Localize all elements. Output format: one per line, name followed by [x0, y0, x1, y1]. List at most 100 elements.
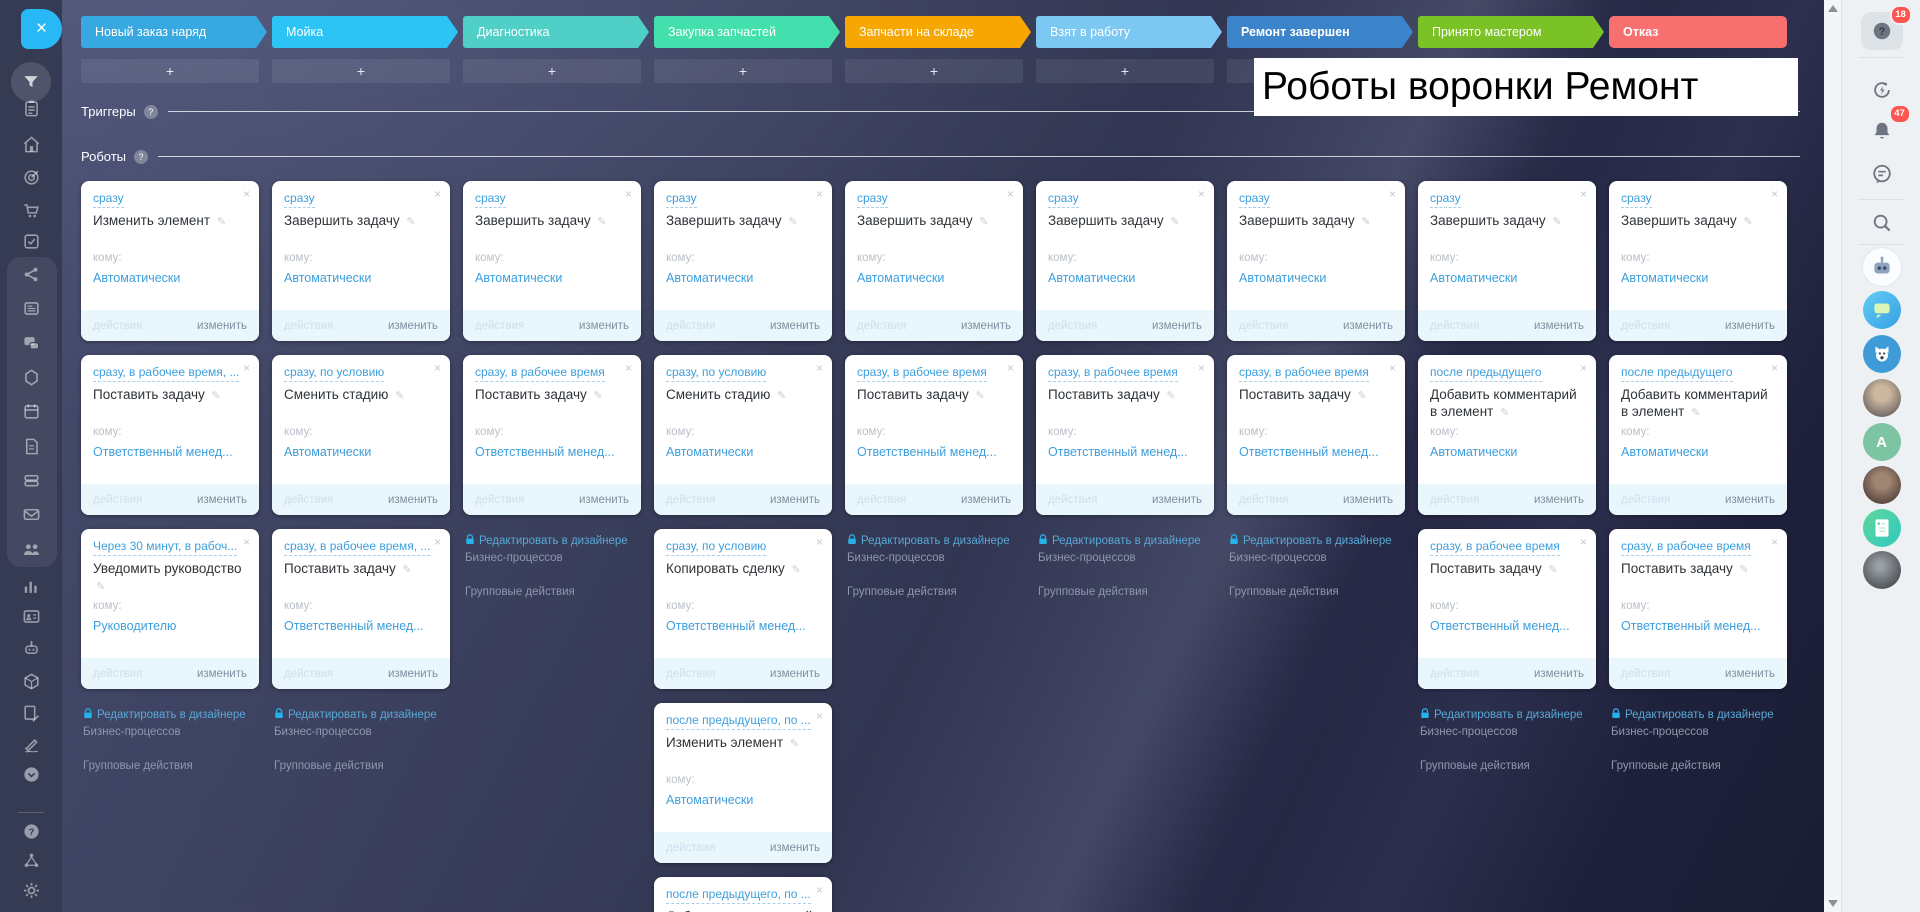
actions-link[interactable]: действия — [93, 668, 142, 680]
tasks-icon[interactable] — [0, 229, 62, 253]
edit-pencil-icon[interactable]: ✎ — [395, 390, 404, 402]
group-actions-link[interactable]: Групповые действия — [847, 584, 1021, 601]
edit-pencil-icon[interactable]: ✎ — [979, 216, 988, 228]
close-icon[interactable]: × — [625, 188, 632, 200]
robot-recipient-link[interactable]: Автоматически — [1621, 271, 1775, 285]
robot-when-link[interactable]: сразу, в рабочее время, ... — [93, 365, 239, 382]
edit-link[interactable]: изменить — [961, 494, 1011, 506]
notifications-bell-icon[interactable]: 47 — [1862, 111, 1902, 151]
robot-when-link[interactable]: сразу — [1239, 191, 1270, 208]
actions-link[interactable]: действия — [1430, 320, 1479, 332]
edit-pencil-icon[interactable]: ✎ — [1170, 216, 1179, 228]
close-icon[interactable]: × — [1198, 188, 1205, 200]
robot-when-link[interactable]: сразу, в рабочее время — [1048, 365, 1178, 382]
edit-in-designer-link[interactable]: Редактировать в дизайнере — [1038, 533, 1212, 550]
close-icon[interactable]: × — [1580, 362, 1587, 374]
add-robot-button-5[interactable]: + — [845, 59, 1023, 83]
actions-link[interactable]: действия — [93, 494, 142, 506]
market-apps-icon[interactable] — [0, 669, 62, 693]
analytics-icon[interactable] — [0, 574, 62, 598]
robot-recipient-link[interactable]: Автоматически — [666, 793, 820, 807]
close-icon[interactable]: × — [243, 188, 250, 200]
robot-when-link[interactable]: после предыдущего, по ... — [666, 713, 811, 730]
robot-recipient-link[interactable]: Автоматически — [1239, 271, 1393, 285]
stage-header-6[interactable]: Взят в работу — [1036, 16, 1222, 48]
robot-recipient-link[interactable]: Автоматически — [1430, 271, 1584, 285]
edit-pencil-icon[interactable]: ✎ — [1549, 564, 1558, 576]
automation-icon[interactable] — [0, 262, 62, 286]
add-robot-button-4[interactable]: + — [654, 59, 832, 83]
robot-when-link[interactable]: сразу — [1048, 191, 1079, 208]
close-icon[interactable]: × — [243, 536, 250, 548]
crm-target-icon[interactable] — [0, 165, 62, 189]
stage-header-3[interactable]: Диагностика — [463, 16, 649, 48]
user-avatar-dark[interactable] — [1863, 551, 1901, 589]
robot-when-link[interactable]: сразу — [475, 191, 506, 208]
chat-icon[interactable] — [1862, 154, 1902, 194]
triggers-help-icon[interactable]: ? — [144, 105, 158, 119]
actions-link[interactable]: действия — [857, 320, 906, 332]
actions-link[interactable]: действия — [1621, 668, 1670, 680]
edit-link[interactable]: изменить — [579, 494, 629, 506]
content-scrollbar[interactable] — [1824, 0, 1841, 912]
user-avatar-male[interactable] — [1863, 379, 1901, 417]
actions-link[interactable]: действия — [284, 668, 333, 680]
edit-link[interactable]: изменить — [579, 320, 629, 332]
help-icon[interactable]: 18 — [1861, 12, 1903, 50]
robot-recipient-link[interactable]: Автоматически — [284, 445, 438, 459]
edit-pencil-icon[interactable]: ✎ — [790, 738, 799, 750]
robot-when-link[interactable]: сразу, в рабочее время — [857, 365, 987, 382]
close-icon[interactable]: × — [816, 536, 823, 548]
edit-link[interactable]: изменить — [1152, 320, 1202, 332]
robot-when-link[interactable]: сразу, в рабочее время — [1239, 365, 1369, 382]
edit-pencil-icon[interactable]: ✎ — [212, 390, 221, 402]
edit-link[interactable]: изменить — [770, 320, 820, 332]
actions-link[interactable]: действия — [475, 320, 524, 332]
actions-link[interactable]: действия — [1621, 320, 1670, 332]
group-actions-link[interactable]: Групповые действия — [1420, 758, 1594, 775]
edit-link[interactable]: изменить — [1343, 494, 1393, 506]
edit-link[interactable]: изменить — [197, 320, 247, 332]
edit-link[interactable]: изменить — [1725, 494, 1775, 506]
robot-recipient-link[interactable]: Автоматически — [93, 271, 247, 285]
close-icon[interactable]: × — [243, 362, 250, 374]
edit-link[interactable]: изменить — [388, 494, 438, 506]
close-icon[interactable]: × — [1771, 188, 1778, 200]
sign-icon[interactable] — [0, 732, 62, 756]
robot-when-link[interactable]: сразу, в рабочее время — [1621, 539, 1751, 556]
edit-link[interactable]: изменить — [1152, 494, 1202, 506]
stage-header-8[interactable]: Принято мастером — [1418, 16, 1604, 48]
edit-link[interactable]: изменить — [388, 668, 438, 680]
bot-avatar[interactable] — [1862, 247, 1902, 287]
stage-header-4[interactable]: Закупка запчастей — [654, 16, 840, 48]
search-icon[interactable] — [1862, 203, 1902, 243]
close-icon[interactable]: × — [1771, 536, 1778, 548]
robot-recipient-link[interactable]: Автоматически — [666, 271, 820, 285]
group-actions-link[interactable]: Групповые действия — [83, 758, 257, 775]
store-cart-icon[interactable] — [0, 198, 62, 222]
robot-when-link[interactable]: после предыдущего — [1621, 365, 1733, 382]
close-icon[interactable]: × — [816, 362, 823, 374]
actions-link[interactable]: действия — [1430, 494, 1479, 506]
close-button[interactable]: × — [21, 9, 62, 49]
employees-icon[interactable] — [0, 537, 62, 561]
add-robot-button-2[interactable]: + — [272, 59, 450, 83]
planner-icon[interactable] — [0, 96, 62, 120]
actions-link[interactable]: действия — [1239, 494, 1288, 506]
edit-link[interactable]: изменить — [1343, 320, 1393, 332]
edit-link[interactable]: изменить — [961, 320, 1011, 332]
settings-icon[interactable] — [0, 878, 62, 902]
robot-recipient-link[interactable]: Автоматически — [666, 445, 820, 459]
robot-recipient-link[interactable]: Ответственный менед... — [666, 619, 820, 633]
close-icon[interactable]: × — [1580, 188, 1587, 200]
robot-when-link[interactable]: сразу — [666, 191, 697, 208]
close-icon[interactable]: × — [625, 362, 632, 374]
close-icon[interactable]: × — [816, 884, 823, 896]
edit-link[interactable]: изменить — [1534, 320, 1584, 332]
actions-link[interactable]: действия — [1430, 668, 1479, 680]
group-actions-link[interactable]: Групповые действия — [465, 584, 639, 601]
edit-link[interactable]: изменить — [770, 668, 820, 680]
robot-when-link[interactable]: сразу, в рабочее время — [475, 365, 605, 382]
edit-link[interactable]: изменить — [1725, 320, 1775, 332]
actions-link[interactable]: действия — [666, 668, 715, 680]
